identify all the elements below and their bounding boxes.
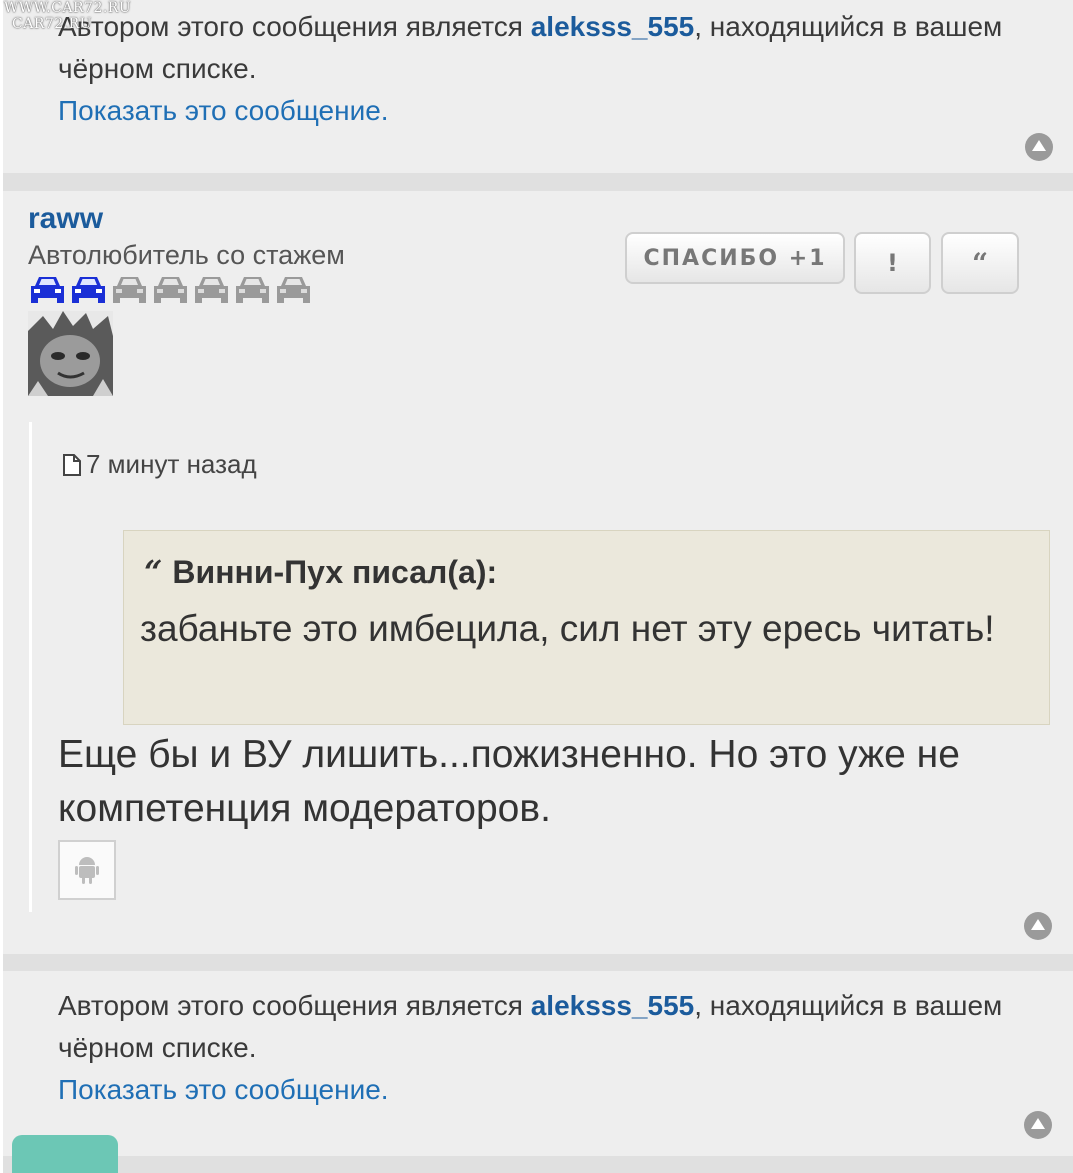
blocked-notice: Автором этого сообщения является aleksss… [58,985,1048,1111]
blocked-notice-prefix: Автором этого сообщения является [58,990,531,1021]
quote-block: “Винни-Пух писал(а): забаньте это имбеци… [123,530,1050,725]
blocked-notice: Автором этого сообщения является aleksss… [58,6,1048,132]
document-icon [63,453,81,476]
car-rank-icon-inactive [154,277,187,303]
blocked-post-top: Автором этого сообщения является aleksss… [3,0,1073,173]
scroll-up-icon[interactable] [1023,911,1053,941]
quote-text: забаньте это имбецила, сил нет эту ересь… [140,608,995,649]
quote-author-text: Винни-Пух писал(а): [172,554,498,590]
post-message: Еще бы и ВУ лишить...пожизненно. Но это … [58,733,960,830]
car-rank-icon-active [31,277,64,303]
watermark-line-2: CAR72.RU [12,16,92,32]
post-body-border [29,422,32,912]
blocked-username-link[interactable]: aleksss_555 [531,990,695,1021]
avatar-image [28,311,113,396]
post-separator [3,173,1073,191]
thanks-button[interactable]: СПАСИБО +1 [625,232,845,284]
blocked-username-link[interactable]: aleksss_555 [531,11,695,42]
bottom-tab-button[interactable] [12,1135,118,1173]
quote-button[interactable]: “ [941,232,1019,294]
quote-mark-icon: “ [144,553,163,591]
android-icon [58,840,116,900]
car-rank-icon-inactive [195,277,228,303]
show-message-link[interactable]: Показать это сообщение. [58,90,1048,132]
show-message-link[interactable]: Показать это сообщение. [58,1069,1048,1111]
watermark-line-1: WWW.CAR72.RU [4,0,132,16]
scroll-up-icon[interactable] [1024,132,1054,162]
avatar[interactable] [28,311,113,396]
post-time-text: 7 минут назад [86,449,257,479]
scroll-up-icon[interactable] [1023,1110,1053,1140]
post-separator [3,1156,1073,1173]
car-rank-icon-inactive [113,277,146,303]
blocked-post-bottom: Автором этого сообщения является aleksss… [3,971,1073,1156]
post-timestamp[interactable]: 7 минут назад [62,449,257,480]
car-rank-icon-active [72,277,105,303]
post-author-rank: Автолюбитель со стажем [28,240,345,270]
post-separator [3,954,1073,971]
post-author-name[interactable]: raww [28,202,103,236]
report-button[interactable]: ! [854,232,931,294]
car-rank-icon-inactive [277,277,310,303]
quote-author: “Винни-Пух писал(а): [144,553,497,591]
rank-cars [28,274,313,304]
site-watermark: WWW.CAR72.RU CAR72.RU [4,0,131,32]
car-rank-icon-inactive [236,277,269,303]
